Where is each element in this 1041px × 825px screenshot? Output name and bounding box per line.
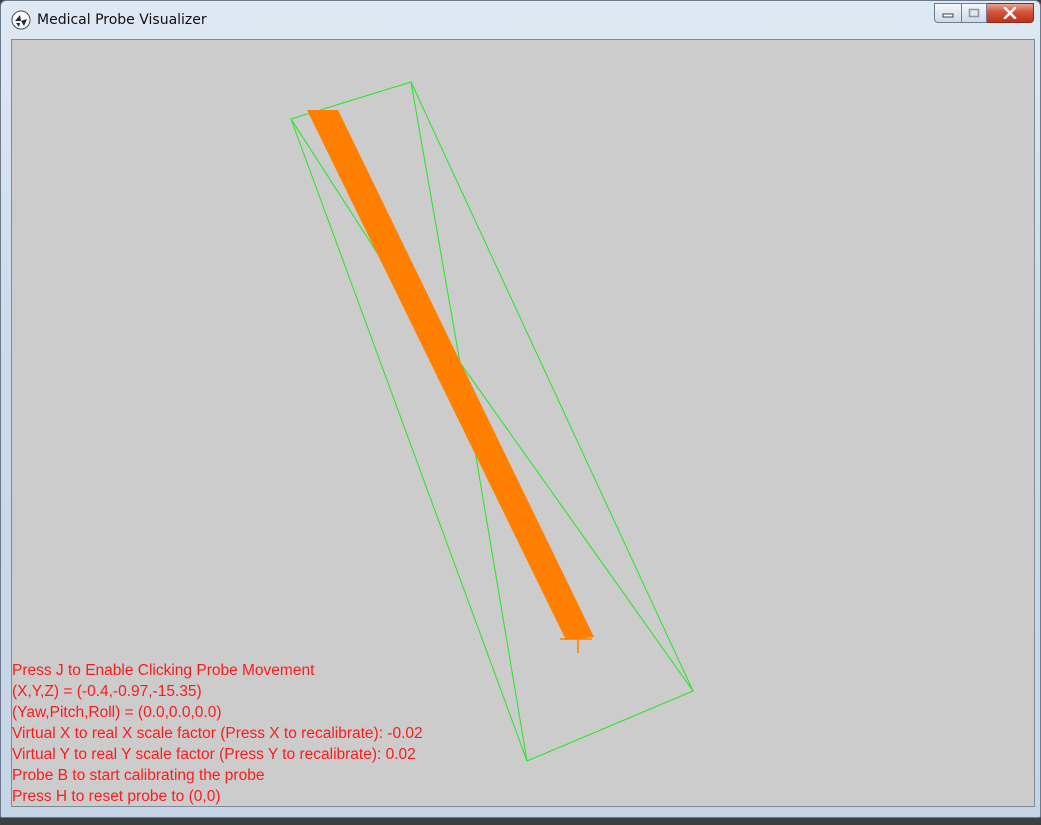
- hud-line-calibrate: Probe B to start calibrating the probe: [12, 767, 265, 784]
- window-title: Medical Probe Visualizer: [37, 12, 207, 28]
- probe-shaft: [307, 110, 594, 640]
- title-bar[interactable]: Medical Probe Visualizer: [1, 1, 1040, 39]
- hud-line-position: (X,Y,Z) = (-0.4,-0.97,-15.35): [12, 683, 202, 700]
- hud-overlay: Press J to Enable Clicking Probe Movemen…: [12, 660, 712, 806]
- probe-viewport[interactable]: Press J to Enable Clicking Probe Movemen…: [11, 39, 1035, 807]
- hud-line-reset: Press H to reset probe to (0,0): [12, 788, 221, 805]
- close-icon: [1003, 7, 1017, 19]
- hud-line-x-scale: Virtual X to real X scale factor (Press …: [12, 725, 423, 742]
- maximize-icon: [968, 8, 980, 18]
- caption-buttons: [934, 3, 1034, 25]
- hud-line-click-toggle: Press J to Enable Clicking Probe Movemen…: [12, 662, 315, 679]
- close-button[interactable]: [987, 3, 1034, 23]
- minimize-icon: [942, 13, 954, 18]
- hud-line-y-scale: Virtual Y to real Y scale factor (Press …: [12, 746, 416, 763]
- maximize-button[interactable]: [961, 3, 987, 23]
- app-logo-icon: [11, 10, 31, 30]
- app-window: Medical Probe Visualizer Press J to Enab…: [0, 0, 1041, 818]
- minimize-button[interactable]: [934, 3, 961, 23]
- hud-line-orientation: (Yaw,Pitch,Roll) = (0.0,0.0,0.0): [12, 704, 222, 721]
